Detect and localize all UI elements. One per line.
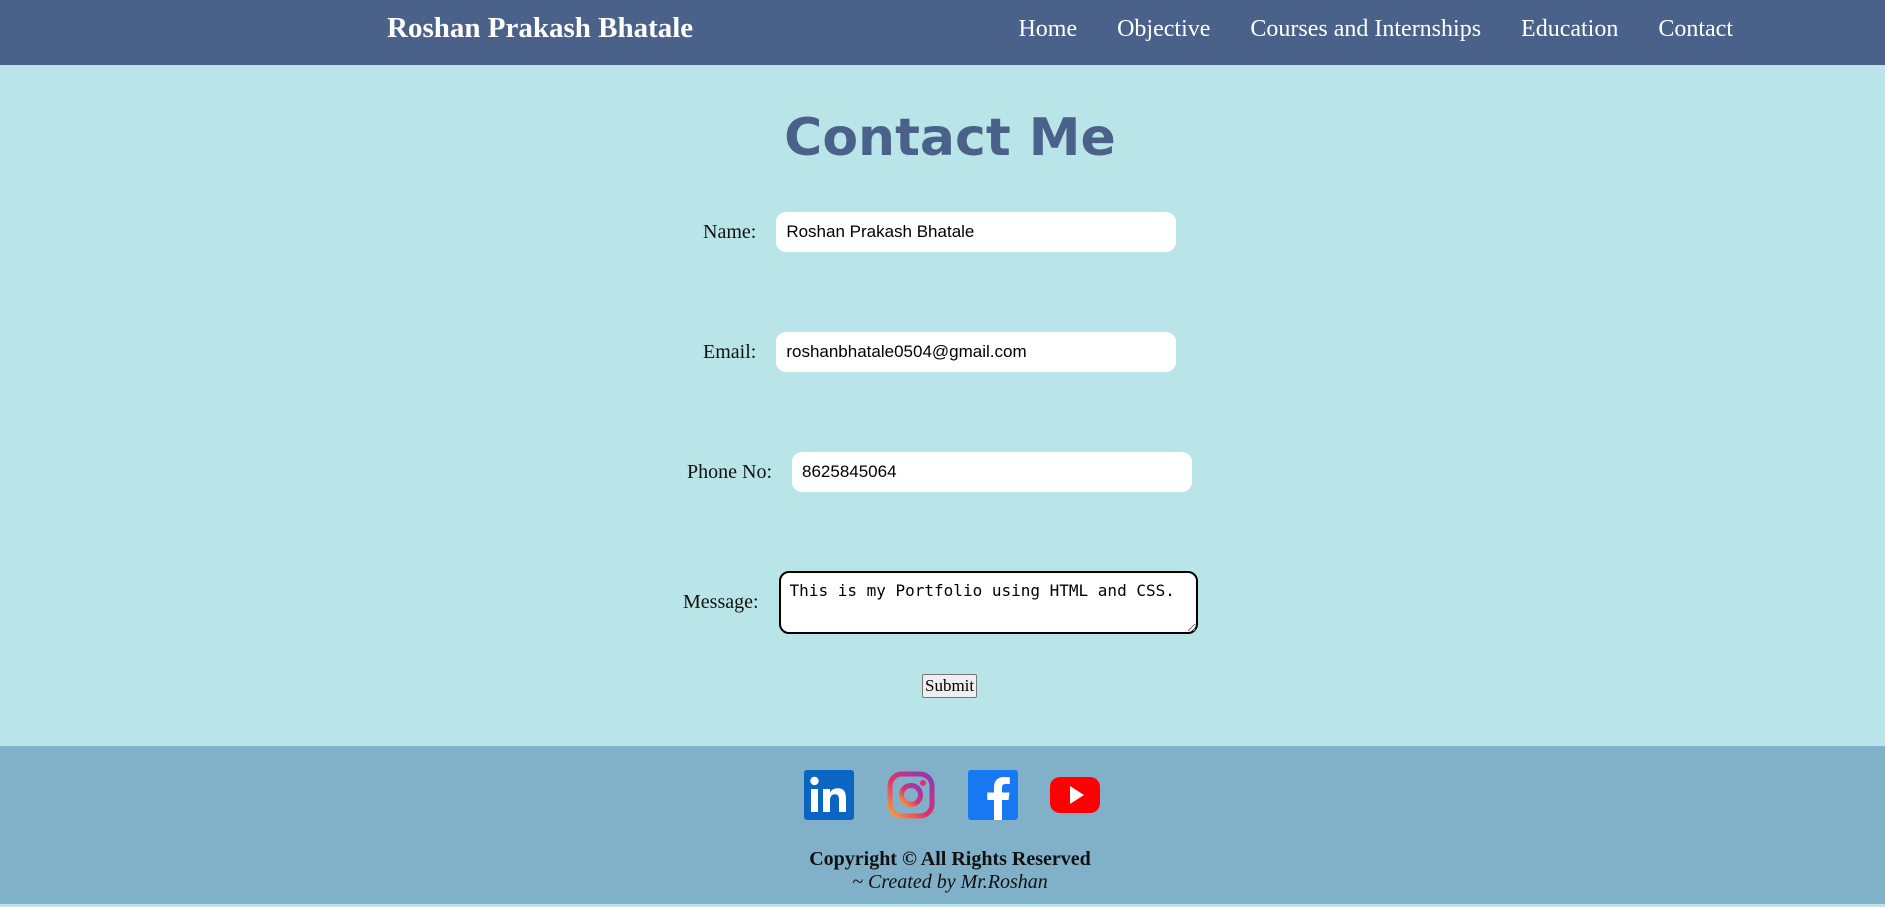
site-brand: Roshan Prakash Bhatale [387, 12, 694, 44]
page-title: Contact Me [784, 108, 1116, 168]
facebook-icon[interactable] [967, 769, 1019, 821]
instagram-icon[interactable] [885, 769, 937, 821]
message-row: Message: This is my Portfolio using HTML… [683, 571, 1198, 634]
phone-label: Phone No: [687, 460, 772, 483]
nav-link-contact[interactable]: Contact [1658, 16, 1733, 43]
email-row: Email: [703, 332, 1177, 372]
created-by-text: ~ Created by Mr.Roshan [852, 871, 1048, 893]
submit-button[interactable]: Submit [922, 674, 978, 698]
name-row: Name: [703, 212, 1177, 252]
nav-link-courses[interactable]: Courses and Internships [1250, 16, 1481, 43]
youtube-icon[interactable] [1049, 769, 1101, 821]
nav-link-objective[interactable]: Objective [1117, 16, 1210, 43]
email-label: Email: [703, 340, 757, 363]
linkedin-icon[interactable] [803, 769, 855, 821]
footer: Copyright © All Rights Reserved ~ Create… [0, 746, 1885, 904]
name-label: Name: [703, 220, 757, 243]
phone-row: Phone No: [687, 452, 1192, 492]
phone-field[interactable] [792, 452, 1192, 492]
navbar: Roshan Prakash Bhatale Home Objective Co… [0, 0, 1885, 65]
name-field[interactable] [776, 212, 1177, 252]
social-links [803, 769, 1101, 821]
message-field[interactable]: This is my Portfolio using HTML and CSS. [778, 571, 1198, 634]
message-label: Message: [683, 591, 759, 613]
nav-links: Home Objective Courses and Internships E… [1018, 16, 1733, 43]
nav-link-home[interactable]: Home [1018, 16, 1077, 43]
copyright-text: Copyright © All Rights Reserved [809, 848, 1091, 870]
email-field[interactable] [776, 332, 1177, 372]
nav-link-education[interactable]: Education [1521, 16, 1618, 43]
